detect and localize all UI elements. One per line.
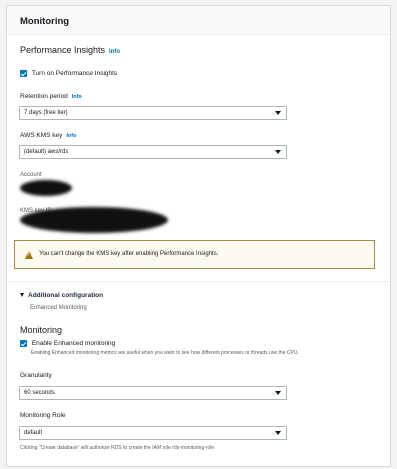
kms-key-info-link[interactable]: Info [66, 133, 76, 139]
additional-configuration-subtitle: Enhanced Monitoring [30, 305, 87, 311]
kms-key-value: (default) aws/rds [24, 149, 69, 155]
kms-warning-alert: You can't change the KMS key after enabl… [14, 240, 375, 269]
performance-insights-heading: Performance Insights [20, 45, 106, 55]
performance-insights-info-link[interactable]: Info [109, 49, 120, 55]
kms-warning-text: You can't change the KMS key after enabl… [39, 251, 219, 257]
kms-key-id-redacted [20, 207, 168, 233]
additional-configuration-toggle[interactable]: Additional configuration [20, 292, 103, 299]
section-divider [6, 281, 391, 282]
performance-insights-title: Performance Insights Info [20, 45, 120, 55]
monitoring-role-note: Clicking "Create database" will authoriz… [20, 445, 215, 451]
enhanced-monitoring-checkbox[interactable] [20, 340, 27, 347]
caret-down-icon [20, 293, 24, 298]
account-label: Account [20, 172, 42, 178]
performance-insights-checkbox-label: Turn on Performance Insights [31, 70, 118, 78]
granularity-label: Granularity [20, 372, 52, 379]
chevron-down-icon [275, 111, 281, 115]
chevron-down-icon [275, 391, 281, 395]
retention-period-info-link[interactable]: Info [72, 94, 82, 100]
monitoring-role-value: default [24, 430, 43, 436]
chevron-down-icon [275, 150, 281, 154]
performance-insights-toggle[interactable]: Turn on Performance Insights [20, 70, 117, 77]
enhanced-monitoring-checkbox-label: Enable Enhanced monitoring [31, 340, 116, 348]
monitoring-role-select[interactable]: default [19, 426, 287, 440]
granularity-value: 60 seconds [24, 390, 55, 396]
account-redacted [20, 180, 72, 196]
kms-key-text: AWS KMS key [20, 132, 63, 139]
monitoring-section-title: Monitoring [20, 325, 63, 335]
retention-period-label: Retention period Info [20, 93, 82, 100]
warning-icon [25, 251, 33, 259]
retention-period-select[interactable]: 7 days (free tier) [19, 106, 287, 120]
retention-period-text: Retention period [20, 93, 68, 100]
performance-insights-checkbox[interactable] [20, 70, 27, 77]
kms-key-select[interactable]: (default) aws/rds [19, 145, 287, 159]
panel-title: Monitoring [7, 6, 390, 35]
granularity-select[interactable]: 60 seconds [19, 386, 287, 400]
retention-period-value: 7 days (free tier) [24, 110, 68, 116]
chevron-down-icon [275, 431, 281, 435]
monitoring-role-label: Monitoring Role [20, 412, 66, 419]
enhanced-monitoring-description: Enabling Enhanced monitoring metrics are… [31, 350, 299, 356]
enhanced-monitoring-toggle[interactable]: Enable Enhanced monitoring [20, 340, 115, 347]
kms-key-label: AWS KMS key Info [20, 132, 76, 139]
additional-configuration-title: Additional configuration [28, 292, 104, 299]
